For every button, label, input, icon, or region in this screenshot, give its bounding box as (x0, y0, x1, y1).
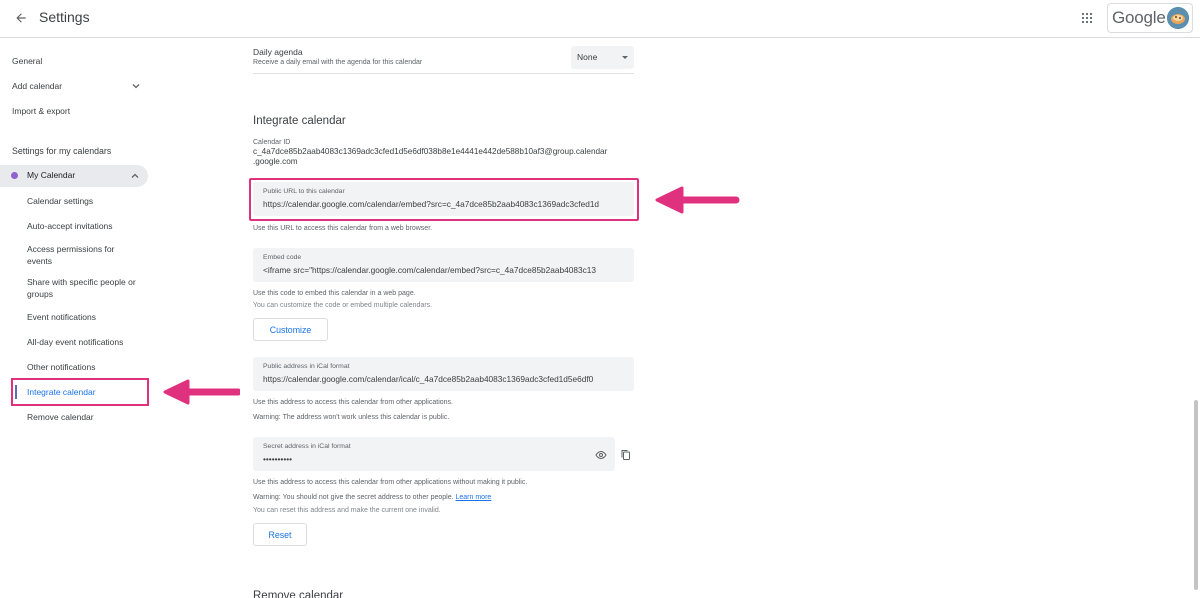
field-value[interactable]: https://calendar.google.com/calendar/ica… (263, 374, 629, 384)
integrate-calendar-heading: Integrate calendar (253, 115, 346, 127)
learn-more-link[interactable]: Learn more (456, 494, 492, 501)
embed-help-2: You can customize the code or embed mult… (253, 302, 433, 309)
field-label: Secret address in iCal format (263, 443, 351, 450)
reset-button[interactable]: Reset (253, 523, 307, 546)
sidebar-item-other-notifications[interactable]: Other notifications (27, 361, 142, 373)
settings-page: Settings Google General Add calendar Imp… (0, 0, 1200, 598)
embed-code-field[interactable]: Embed code <iframe src="https://calendar… (253, 248, 634, 282)
field-label: Embed code (263, 254, 302, 261)
daily-agenda-title: Daily agenda (253, 47, 303, 57)
avatar[interactable] (1167, 7, 1189, 29)
ical-public-field[interactable]: Public address in iCal format https://ca… (253, 357, 634, 391)
sidebar-item-add-calendar[interactable]: Add calendar (12, 80, 148, 92)
chevron-down-icon (132, 84, 140, 89)
annotation-arrow-icon (655, 186, 740, 214)
calendar-color-dot (11, 172, 18, 179)
avatar-image-icon (1167, 7, 1189, 29)
field-value: •••••••••• (263, 454, 293, 464)
ical-secret-help-1: Use this address to access this calendar… (253, 479, 528, 486)
select-value: None (577, 52, 598, 62)
google-account-chip[interactable]: Google (1107, 3, 1193, 33)
calendar-id-value: c_4a7dce85b2aab4083c1369adc3cfed1d5e6df0… (253, 147, 608, 156)
arrow-back-icon (16, 13, 26, 23)
back-button[interactable] (10, 7, 32, 29)
ical-secret-help-2: Warning: You should not give the secret … (253, 493, 491, 503)
page-title: Settings (39, 9, 90, 25)
copy-icon[interactable] (620, 449, 631, 461)
sidebar-item-label: Integrate calendar (27, 387, 96, 397)
google-apps-button[interactable] (1078, 9, 1096, 27)
apps-grid-icon (1081, 12, 1093, 24)
section-divider (253, 73, 634, 74)
ical-public-help-1: Use this address to access this calendar… (253, 399, 453, 406)
google-logo: Google (1112, 8, 1166, 27)
public-url-help: Use this URL to access this calendar fro… (253, 225, 433, 232)
ical-secret-help-3: You can reset this address and make the … (253, 507, 441, 514)
chevron-up-icon (131, 173, 139, 178)
ical-secret-field[interactable]: Secret address in iCal format •••••••••• (253, 437, 615, 471)
sidebar-item-general[interactable]: General (12, 55, 42, 67)
sidebar-item-calendar-settings[interactable]: Calendar settings (27, 195, 142, 207)
sidebar-item-import-export[interactable]: Import & export (12, 105, 70, 117)
scrollbar[interactable] (1194, 400, 1198, 590)
field-value[interactable]: <iframe src="https://calendar.google.com… (263, 265, 629, 275)
sidebar-item-integrate-calendar[interactable]: Integrate calendar (11, 378, 149, 406)
sidebar-item-event-notifications[interactable]: Event notifications (27, 311, 142, 323)
warning-text: Warning: You should not give the secret … (253, 494, 454, 501)
sidebar-item-remove-calendar[interactable]: Remove calendar (27, 411, 142, 423)
sidebar-item-my-calendar[interactable]: My Calendar (0, 165, 148, 187)
sidebar-item-access-permissions[interactable]: Access permissions for events (27, 243, 127, 267)
daily-agenda-select[interactable]: None (571, 46, 634, 69)
sidebar-heading-my-calendars: Settings for my calendars (12, 146, 112, 156)
sidebar-item-auto-accept[interactable]: Auto-accept invitations (27, 220, 142, 232)
annotation-highlight-box (249, 178, 639, 221)
embed-help-1: Use this code to embed this calendar in … (253, 290, 416, 297)
field-label: Public address in iCal format (263, 363, 350, 370)
sidebar-item-label: Add calendar (12, 81, 63, 91)
dropdown-arrow-icon (622, 56, 628, 59)
ical-public-help-2: Warning: The address won't work unless t… (253, 414, 450, 421)
sidebar-item-label: My Calendar (27, 170, 76, 180)
customize-button[interactable]: Customize (253, 318, 328, 341)
daily-agenda-description: Receive a daily email with the agenda fo… (253, 59, 423, 66)
sidebar-item-allday-notifications[interactable]: All-day event notifications (27, 336, 142, 348)
app-header: Settings Google (0, 0, 1200, 38)
annotation-arrow-icon (163, 379, 240, 405)
eye-icon[interactable] (595, 450, 607, 460)
sidebar-item-share-people[interactable]: Share with specific people or groups (27, 276, 137, 300)
active-indicator (15, 385, 17, 399)
calendar-id-value-cont: .google.com (253, 157, 298, 166)
remove-calendar-heading: Remove calendar (253, 590, 344, 598)
